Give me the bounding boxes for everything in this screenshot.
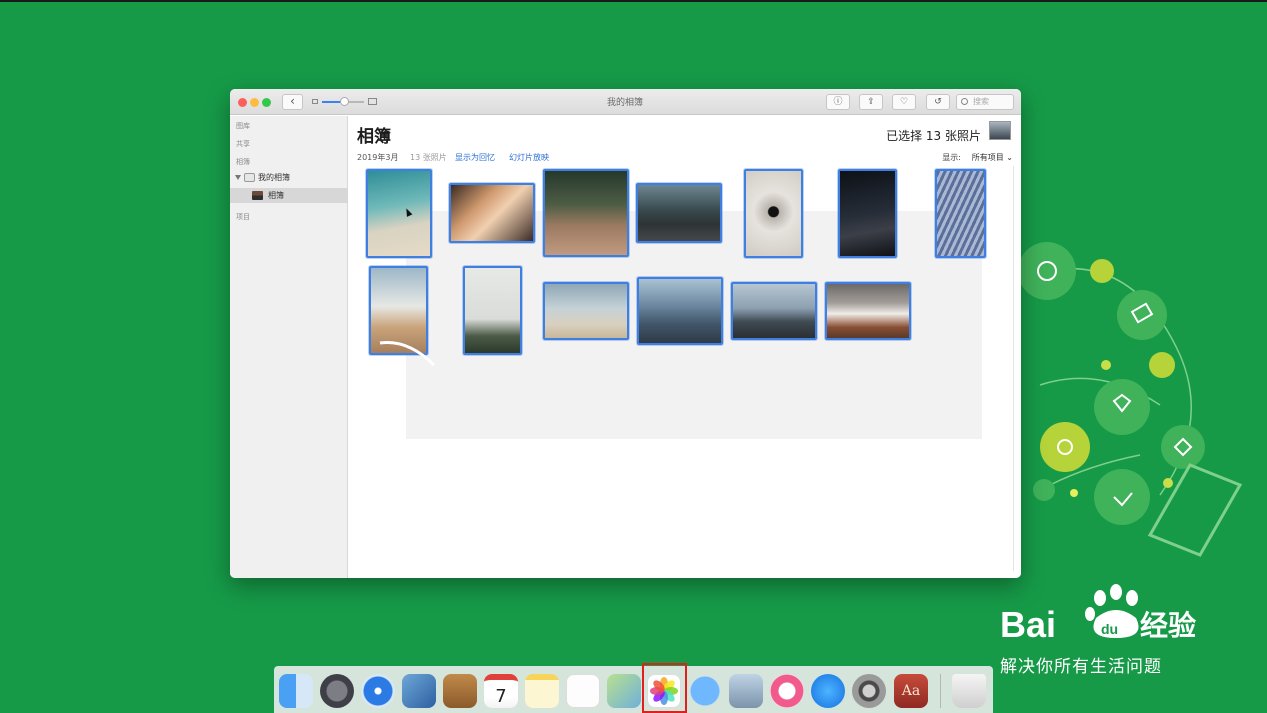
screen-top-edge bbox=[0, 0, 1267, 2]
photo-thumbnail[interactable] bbox=[637, 277, 723, 345]
photo-thumbnail[interactable] bbox=[838, 169, 897, 258]
dock-calendar-icon[interactable]: 7 bbox=[484, 674, 518, 708]
dock-finder-icon[interactable] bbox=[279, 674, 313, 708]
favorite-button[interactable]: ♡ bbox=[892, 94, 916, 110]
photo-thumbnail[interactable] bbox=[463, 266, 522, 355]
show-filter-select[interactable]: 所有项目 ⌄ bbox=[972, 152, 1013, 163]
dock-messages-icon[interactable] bbox=[688, 674, 722, 708]
baidu-slogan: 解决你所有生活问题 bbox=[1000, 657, 1162, 677]
sidebar-section-library[interactable]: 图库 bbox=[236, 121, 250, 131]
photo-thumbnail[interactable] bbox=[366, 169, 432, 258]
baidu-jingyan-logo: Bai du 经验 bbox=[1000, 584, 1196, 642]
photo-thumbnail[interactable] bbox=[731, 282, 817, 340]
dock-maps-icon[interactable] bbox=[607, 674, 641, 708]
dock-launchpad-icon[interactable] bbox=[320, 674, 354, 708]
dock-dictionary-icon[interactable]: Aa bbox=[894, 674, 928, 708]
title-bar: ‹ 我的相簿 ⓘ ⇪ ♡ ↺ 搜索 bbox=[230, 89, 1021, 115]
window-title: 我的相簿 bbox=[606, 98, 643, 108]
slider-knob[interactable] bbox=[340, 97, 349, 106]
svg-text:du: du bbox=[1101, 621, 1118, 637]
dock: 7 Aa bbox=[274, 666, 993, 713]
page-title: 相簿 bbox=[357, 127, 391, 147]
dock-app-store-icon[interactable] bbox=[811, 674, 845, 708]
dock-reminders-icon[interactable] bbox=[566, 674, 600, 708]
minimize-button[interactable] bbox=[250, 98, 259, 107]
dock-trash-icon[interactable] bbox=[952, 674, 986, 708]
dock-preview-icon[interactable] bbox=[729, 674, 763, 708]
sidebar-item-album[interactable]: 相簿 bbox=[230, 188, 348, 203]
folder-icon bbox=[244, 173, 255, 182]
info-button[interactable]: ⓘ bbox=[826, 94, 850, 110]
disclosure-triangle-icon[interactable] bbox=[235, 175, 241, 180]
scroll-track[interactable] bbox=[1013, 166, 1014, 571]
album-icon bbox=[252, 191, 263, 200]
baidu-decoration bbox=[1018, 242, 1243, 557]
dock-contacts-icon[interactable] bbox=[443, 674, 477, 708]
dock-system-preferences-icon[interactable] bbox=[852, 674, 886, 708]
search-input[interactable]: 搜索 bbox=[956, 94, 1014, 110]
zoom-button[interactable] bbox=[262, 98, 271, 107]
svg-text:Bai: Bai bbox=[1000, 604, 1056, 642]
photo-thumbnail[interactable] bbox=[825, 282, 911, 340]
photos-highlight-box bbox=[642, 663, 687, 713]
sidebar-section-shared[interactable]: 共享 bbox=[236, 139, 250, 149]
sidebar-section-projects[interactable]: 项目 bbox=[236, 212, 250, 222]
photo-thumbnail[interactable] bbox=[935, 169, 986, 258]
sidebar-item-my-albums[interactable]: 我的相簿 bbox=[230, 170, 348, 185]
dock-separator bbox=[940, 674, 941, 708]
album-date: 2019年3月 bbox=[357, 153, 399, 162]
dock-notes-icon[interactable] bbox=[525, 674, 559, 708]
show-as-memory-link[interactable]: 显示为回忆 bbox=[455, 152, 495, 163]
svg-text:经验: 经验 bbox=[1140, 609, 1196, 642]
sidebar: 图库 共享 相簿 我的相簿 相簿 项目 bbox=[230, 116, 348, 578]
sidebar-section-albums[interactable]: 相簿 bbox=[236, 157, 250, 167]
small-thumbnail-icon bbox=[312, 99, 318, 104]
large-thumbnail-icon bbox=[368, 98, 377, 105]
rotate-button[interactable]: ↺ bbox=[926, 94, 950, 110]
chevron-down-icon: ⌄ bbox=[1006, 153, 1013, 162]
dock-itunes-icon[interactable] bbox=[770, 674, 804, 708]
selection-thumbnail bbox=[989, 121, 1011, 140]
photo-count: 13 张照片 bbox=[410, 153, 447, 162]
photo-thumbnail[interactable] bbox=[744, 169, 803, 258]
show-label: 显示: bbox=[942, 153, 961, 162]
search-icon bbox=[961, 98, 968, 105]
dock-mail-icon[interactable] bbox=[402, 674, 436, 708]
share-button[interactable]: ⇪ bbox=[859, 94, 883, 110]
dock-safari-icon[interactable] bbox=[361, 674, 395, 708]
close-button[interactable] bbox=[238, 98, 247, 107]
photo-thumbnail[interactable] bbox=[636, 183, 722, 243]
slideshow-link[interactable]: 幻灯片放映 bbox=[509, 152, 549, 163]
back-button[interactable]: ‹ bbox=[282, 94, 303, 110]
photo-thumbnail[interactable] bbox=[543, 282, 629, 340]
photo-thumbnail[interactable] bbox=[449, 183, 535, 243]
selection-count: 已选择 13 张照片 bbox=[886, 129, 981, 143]
drag-stack-indicator bbox=[379, 340, 436, 367]
photo-thumbnail[interactable] bbox=[543, 169, 629, 257]
zoom-slider[interactable] bbox=[312, 97, 378, 107]
